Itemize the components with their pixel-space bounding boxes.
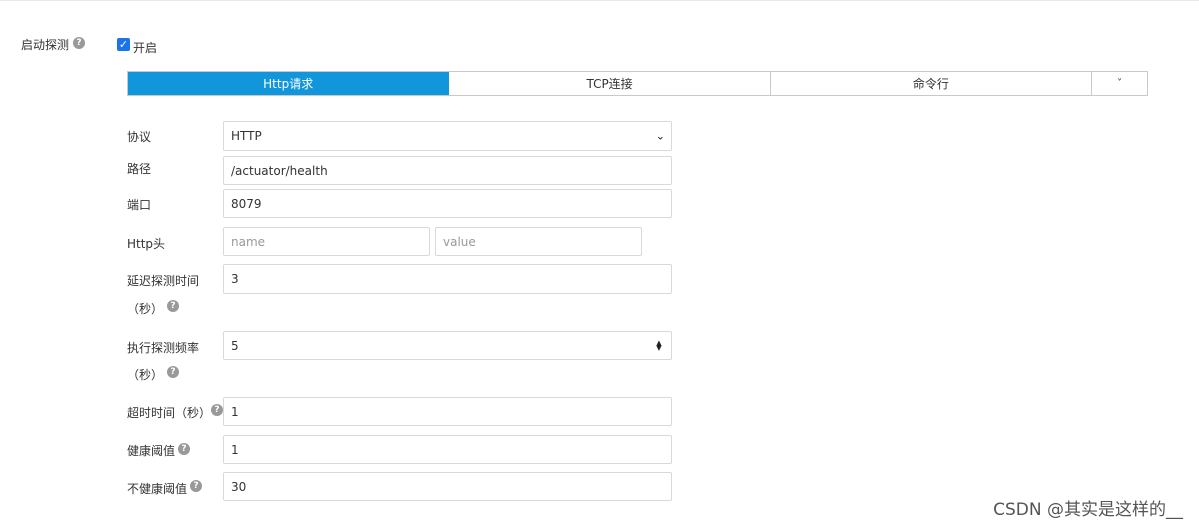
port-value: 8079 (231, 196, 262, 211)
protocol-value: HTTP (231, 129, 262, 143)
question-circle-icon[interactable]: ? (178, 443, 190, 455)
failure-threshold-label: 不健康阈值 (127, 482, 188, 496)
header-value-placeholder: value (443, 234, 476, 249)
success-threshold-value: 1 (231, 442, 239, 457)
chevron-down-icon[interactable]: ˅ (1092, 72, 1147, 95)
protocol-label: 协议 (127, 130, 152, 144)
question-circle-icon[interactable]: ? (211, 404, 223, 416)
port-input[interactable]: 8079 (223, 189, 672, 218)
header-name-placeholder: name (231, 234, 266, 249)
question-circle-icon[interactable]: ? (167, 366, 179, 378)
tab-tcp-connect[interactable]: TCP连接 (449, 72, 771, 95)
failure-threshold-value: 30 (231, 479, 247, 494)
path-input[interactable]: /actuator/health (223, 156, 672, 185)
initial-delay-label: 延迟探测时间 (127, 274, 200, 288)
probe-type-tabs: Http请求 TCP连接 命令行 ˅ (127, 71, 1148, 96)
http-header-label: Http头 (127, 237, 166, 251)
spinner-arrows-icon[interactable]: ▲ ▼ (655, 339, 663, 351)
path-value: /actuator/health (231, 163, 328, 178)
tab-command[interactable]: 命令行 (771, 72, 1093, 95)
success-threshold-label: 健康阈值 (127, 444, 176, 458)
question-circle-icon[interactable]: ? (73, 37, 85, 49)
period-value: 5 (231, 338, 239, 353)
question-circle-icon[interactable]: ? (190, 480, 202, 492)
probe-label: 启动探测 (21, 38, 70, 52)
initial-delay-value: 3 (231, 272, 239, 286)
initial-delay-input[interactable]: 3 (223, 264, 672, 294)
question-circle-icon[interactable]: ? (167, 300, 179, 312)
success-threshold-input[interactable]: 1 (223, 435, 672, 464)
top-divider (0, 0, 1199, 1)
timeout-input[interactable]: 1 (223, 397, 672, 426)
timeout-value: 1 (231, 404, 239, 419)
period-input[interactable]: 5 ▲ ▼ (223, 331, 672, 360)
period-label: 执行探测频率 (127, 341, 200, 355)
timeout-label: 超时时间（秒） (127, 406, 212, 420)
initial-delay-unit: （秒） (127, 302, 164, 316)
enable-label: 开启 (133, 41, 158, 55)
enable-checkbox[interactable]: ✓ (117, 38, 130, 51)
watermark: CSDN @其实是这样的__ (993, 500, 1183, 520)
failure-threshold-input[interactable]: 30 (223, 472, 672, 501)
chevron-down-icon: ⌄ (655, 129, 665, 143)
port-label: 端口 (127, 198, 152, 212)
path-label: 路径 (127, 162, 152, 176)
tab-http-request[interactable]: Http请求 (128, 72, 450, 95)
header-name-input[interactable]: name (223, 227, 430, 256)
period-unit: （秒） (127, 368, 164, 382)
protocol-select[interactable]: HTTP ⌄ (223, 121, 672, 151)
header-value-input[interactable]: value (435, 227, 642, 256)
